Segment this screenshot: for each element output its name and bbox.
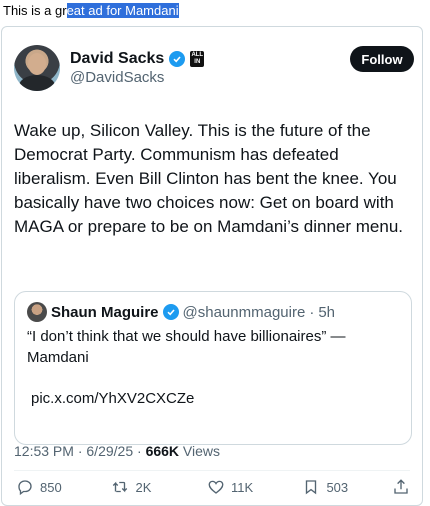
author-line: David Sacks ALL IN [70, 50, 205, 68]
meta-separator: · [309, 303, 315, 321]
share-button[interactable] [392, 478, 410, 496]
share-icon [394, 479, 408, 494]
verified-badge-icon [169, 51, 186, 67]
like-icon [208, 480, 224, 494]
quoted-tweet-text: “I don’t think that we should have billi… [27, 328, 346, 366]
repost-count: 2K [135, 479, 152, 495]
avatar-face [28, 53, 46, 75]
bookmark-button[interactable]: 503 [302, 478, 392, 496]
reply-icon [18, 480, 32, 496]
verified-badge-icon [162, 304, 179, 320]
tweet-text: Wake up, Silicon Valley. This is the fut… [14, 121, 404, 236]
repost-icon [113, 481, 128, 493]
tweet-card[interactable]: David Sacks ALL IN @DavidSacks Follow Wa… [1, 26, 423, 506]
quoted-tweet-time[interactable]: 5h [318, 304, 335, 321]
views-count: 666K [145, 443, 180, 459]
affiliation-badge-icon[interactable]: ALL IN [190, 51, 205, 67]
quoted-author-handle[interactable]: @shaunmmaguire [183, 304, 306, 321]
quoted-author-avatar[interactable] [27, 302, 47, 322]
tweet-meta: 12:53 PM · 6/29/25 · 666K Views [14, 443, 220, 459]
quoted-author-name[interactable]: Shaun Maguire [51, 304, 159, 321]
tweet-time[interactable]: 12:53 PM [14, 443, 74, 459]
caption-selected-text[interactable]: eat ad for Mamdani [66, 3, 179, 18]
author-name[interactable]: David Sacks [70, 50, 164, 68]
quoted-tweet-header: Shaun Maguire @shaunmmaguire · 5h [27, 302, 335, 322]
author-avatar[interactable] [14, 45, 60, 91]
action-bar: 850 2K 11K 503 [16, 477, 410, 497]
caption-text: This is a great ad for Mamdani [3, 2, 179, 19]
quoted-tweet[interactable]: Shaun Maguire @shaunmmaguire · 5h “I don… [14, 291, 412, 445]
quoted-tweet-link[interactable]: pic.x.com/YhXV2CXCZe [31, 390, 194, 407]
like-button[interactable]: 11K [207, 478, 302, 496]
bookmark-count: 503 [326, 479, 349, 495]
reply-button[interactable]: 850 [16, 478, 111, 496]
reply-count: 850 [40, 479, 62, 495]
tweet-date[interactable]: 6/29/25 [86, 443, 133, 459]
like-count: 11K [230, 479, 254, 495]
divider [14, 470, 410, 471]
views-label: Views [182, 443, 221, 459]
avatar-shirt [19, 75, 55, 91]
caption-prefix: This is a gr [3, 3, 67, 18]
follow-button[interactable]: Follow [350, 46, 414, 72]
bookmark-icon [306, 480, 317, 495]
repost-button[interactable]: 2K [111, 478, 206, 496]
author-handle[interactable]: @DavidSacks [70, 69, 164, 86]
affiliation-badge-text: ALL IN [191, 52, 204, 65]
meta-separator: · [137, 443, 146, 459]
